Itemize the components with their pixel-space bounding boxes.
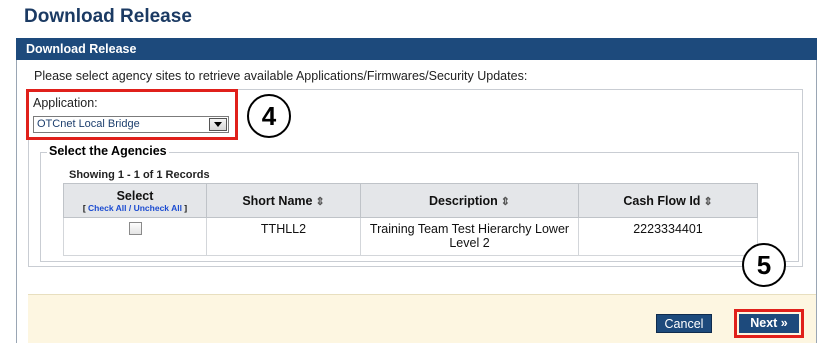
row-checkbox[interactable] bbox=[128, 222, 142, 235]
column-header-select: Select [ Check All / Uncheck All ] bbox=[63, 183, 207, 218]
callout-step-5: 5 bbox=[742, 243, 786, 287]
sort-icon[interactable]: ⇕ bbox=[315, 196, 324, 208]
page-title: Download Release bbox=[24, 6, 192, 27]
section-header: Download Release bbox=[16, 38, 817, 60]
check-all-link[interactable]: Check All bbox=[88, 203, 126, 213]
cash-flow-id-cell: 2223334401 bbox=[578, 217, 758, 256]
description-header-label: Description bbox=[429, 193, 498, 208]
row-select-cell bbox=[63, 217, 207, 256]
callout-highlight-application bbox=[26, 89, 238, 140]
column-header-description[interactable]: Description ⇕ bbox=[360, 183, 579, 218]
next-button[interactable]: Next » bbox=[739, 314, 799, 333]
cancel-button[interactable]: Cancel bbox=[656, 314, 712, 333]
column-header-short-name[interactable]: Short Name ⇕ bbox=[206, 183, 361, 218]
sort-icon[interactable]: ⇕ bbox=[501, 196, 510, 208]
cash-flow-id-header-label: Cash Flow Id bbox=[623, 193, 701, 208]
agencies-legend: Select the Agencies bbox=[47, 144, 169, 158]
uncheck-all-link[interactable]: Uncheck All bbox=[134, 203, 182, 213]
check-links: [ Check All / Uncheck All ] bbox=[82, 202, 188, 213]
description-cell: Training Team Test Hierarchy Lower Level… bbox=[360, 217, 579, 256]
records-count: Showing 1 - 1 of 1 Records bbox=[69, 169, 210, 181]
check-links-separator: / bbox=[128, 202, 132, 213]
instructions-text: Please select agency sites to retrieve a… bbox=[34, 69, 528, 83]
sort-icon[interactable]: ⇕ bbox=[703, 196, 712, 208]
select-column-label: Select bbox=[116, 188, 154, 203]
short-name-cell: TTHLL2 bbox=[206, 217, 361, 256]
short-name-header-label: Short Name bbox=[242, 193, 313, 208]
table-row: TTHLL2 Training Team Test Hierarchy Lowe… bbox=[63, 217, 758, 256]
agency-table: Select [ Check All / Uncheck All ] Short… bbox=[63, 183, 758, 256]
callout-step-4: 4 bbox=[247, 94, 291, 138]
table-header-row: Select [ Check All / Uncheck All ] Short… bbox=[63, 183, 758, 218]
column-header-cash-flow-id[interactable]: Cash Flow Id ⇕ bbox=[578, 183, 758, 218]
